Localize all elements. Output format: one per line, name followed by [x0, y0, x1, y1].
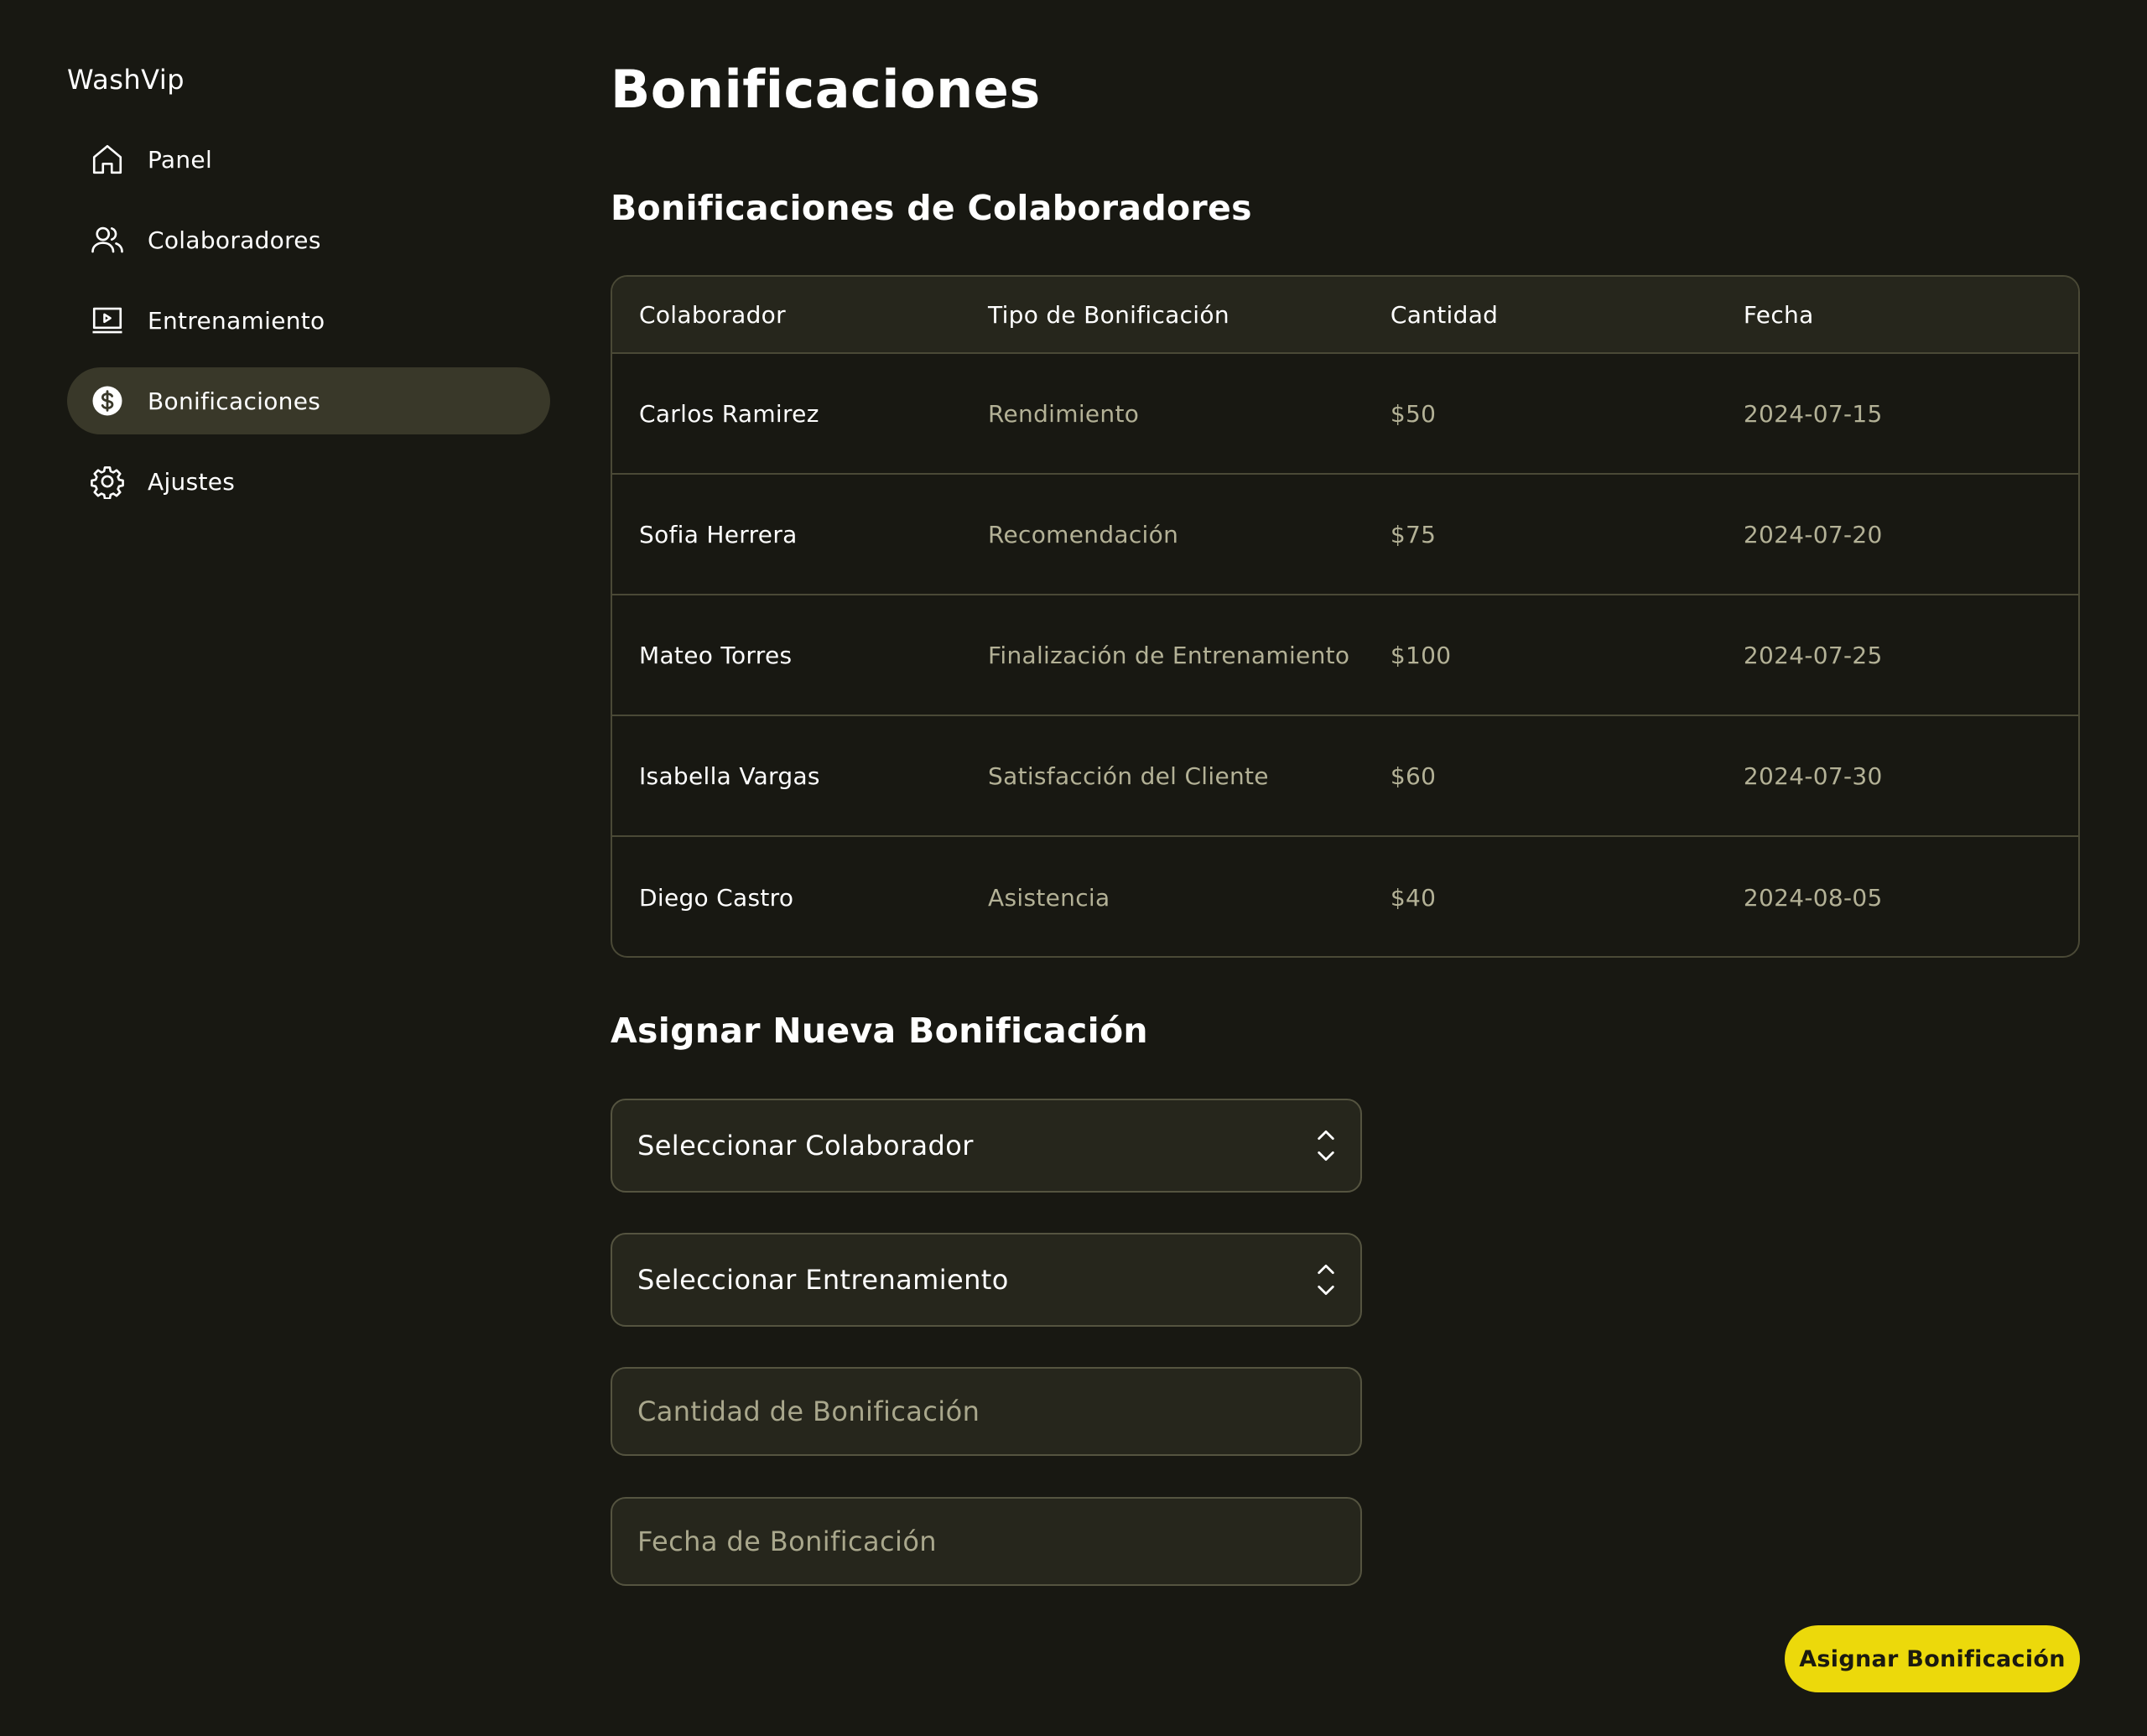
cell-fecha: 2024-07-15 [1743, 399, 1883, 428]
bonus-date-input[interactable] [637, 1525, 1340, 1557]
training-select-value: Seleccionar Entrenamiento [637, 1264, 1009, 1296]
bonuses-table: Colaborador Tipo de Bonificación Cantida… [611, 275, 2080, 958]
gear-icon [89, 463, 126, 500]
cell-colaborador: Carlos Ramirez [639, 399, 819, 428]
table-row[interactable]: Diego Castro Asistencia $40 2024-08-05 [612, 837, 2078, 956]
app-root: WashVip Panel Colaboradores Entrenamient… [0, 0, 2147, 1736]
cell-tipo: Rendimiento [988, 399, 1140, 428]
cell-tipo: Satisfacción del Cliente [988, 761, 1269, 790]
sidebar-item-label: Ajustes [148, 467, 236, 496]
home-icon [89, 141, 126, 178]
training-select[interactable]: Seleccionar Entrenamiento [611, 1233, 1362, 1327]
cell-fecha: 2024-07-25 [1743, 641, 1883, 669]
cell-tipo: Asistencia [988, 883, 1110, 912]
chevron-up-down-icon [1318, 1130, 1334, 1162]
dollar-circle-icon [89, 382, 126, 419]
assign-bonus-title: Asignar Nueva Bonificación [611, 1011, 1148, 1051]
collaborator-select[interactable]: Seleccionar Colaborador [611, 1099, 1362, 1193]
sidebar-item-ajustes[interactable]: Ajustes [67, 448, 550, 515]
cell-fecha: 2024-07-30 [1743, 761, 1883, 790]
sidebar-item-label: Entrenamiento [148, 306, 325, 335]
column-header-fecha[interactable]: Fecha [1744, 301, 2078, 329]
assign-bonus-button[interactable]: Asignar Bonificación [1785, 1625, 2080, 1692]
cell-cantidad: $40 [1390, 883, 1437, 912]
sidebar-item-colaboradores[interactable]: Colaboradores [67, 206, 550, 273]
table-header: Colaborador Tipo de Bonificación Cantida… [612, 277, 2078, 354]
collaborator-select-value: Seleccionar Colaborador [637, 1130, 974, 1162]
sidebar-item-label: Panel [148, 145, 213, 174]
table-row[interactable]: Isabella Vargas Satisfacción del Cliente… [612, 716, 2078, 837]
page-title: Bonificaciones [611, 59, 1041, 120]
table-row[interactable]: Mateo Torres Finalización de Entrenamien… [612, 595, 2078, 716]
cell-colaborador: Isabella Vargas [639, 761, 820, 790]
cell-cantidad: $60 [1390, 761, 1437, 790]
brand-logo[interactable]: WashVip [67, 64, 185, 96]
column-header-colaborador[interactable]: Colaborador [612, 301, 988, 329]
sidebar-item-bonificaciones[interactable]: Bonificaciones [67, 367, 550, 434]
cell-cantidad: $50 [1390, 399, 1437, 428]
users-icon [89, 221, 126, 258]
sidebar-item-entrenamiento[interactable]: Entrenamiento [67, 287, 550, 354]
bonus-amount-input[interactable] [637, 1396, 1340, 1427]
sidebar-nav: Panel Colaboradores Entrenamiento Bonifi… [67, 126, 550, 528]
table-row[interactable]: Sofia Herrera Recomendación $75 2024-07-… [612, 475, 2078, 595]
cell-colaborador: Diego Castro [639, 883, 794, 912]
cell-colaborador: Sofia Herrera [639, 520, 798, 548]
cell-cantidad: $100 [1390, 641, 1452, 669]
table-row[interactable]: Carlos Ramirez Rendimiento $50 2024-07-1… [612, 354, 2078, 475]
bonus-amount-field[interactable] [611, 1367, 1362, 1456]
cell-colaborador: Mateo Torres [639, 641, 793, 669]
bonus-date-field[interactable] [611, 1497, 1362, 1586]
video-play-icon [89, 302, 126, 339]
column-header-tipo[interactable]: Tipo de Bonificación [988, 301, 1391, 329]
sidebar: WashVip Panel Colaboradores Entrenamient… [0, 0, 570, 1736]
cell-fecha: 2024-07-20 [1743, 520, 1883, 548]
column-header-cantidad[interactable]: Cantidad [1391, 301, 1744, 329]
cell-fecha: 2024-08-05 [1743, 883, 1883, 912]
bonuses-table-title: Bonificaciones de Colaboradores [611, 188, 1252, 228]
cell-tipo: Recomendación [988, 520, 1179, 548]
sidebar-item-panel[interactable]: Panel [67, 126, 550, 193]
sidebar-item-label: Bonificaciones [148, 387, 321, 415]
chevron-up-down-icon [1318, 1264, 1334, 1296]
sidebar-item-label: Colaboradores [148, 226, 321, 254]
cell-cantidad: $75 [1390, 520, 1437, 548]
cell-tipo: Finalización de Entrenamiento [988, 641, 1350, 669]
